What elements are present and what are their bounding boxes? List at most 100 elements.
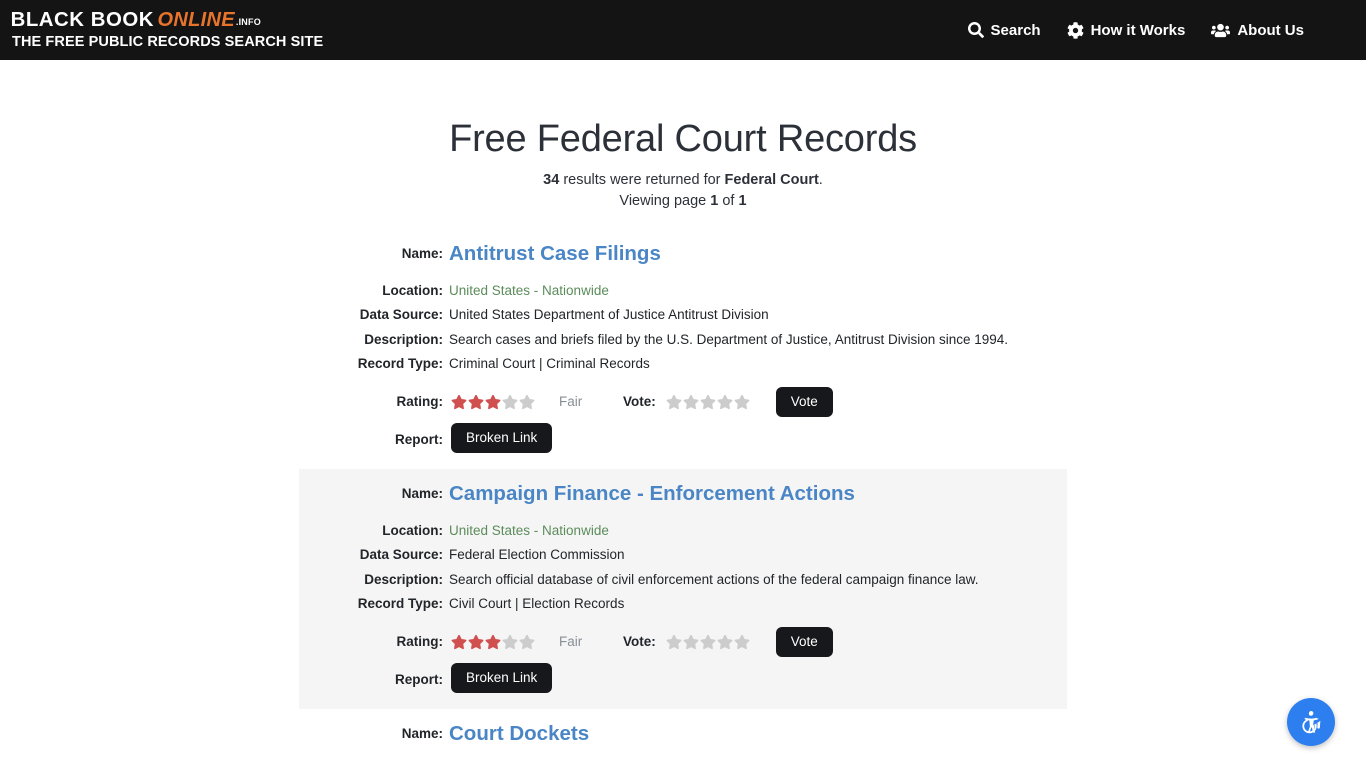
record-name-row: Name: Antitrust Case Filings	[299, 242, 1067, 266]
vote-star-3[interactable]	[700, 394, 716, 410]
vote-star-3[interactable]	[700, 634, 716, 650]
vote-star-4[interactable]	[717, 634, 733, 650]
label-location: Location:	[382, 522, 443, 538]
vote-star-1[interactable]	[666, 394, 682, 410]
results-count: 34	[543, 172, 560, 188]
label-location: Location:	[382, 282, 443, 298]
logo-text-blackbook: BLACK BOOK	[10, 9, 154, 32]
vote-star-5[interactable]	[734, 394, 750, 410]
gear-icon	[1067, 21, 1084, 39]
label-description: Description:	[364, 571, 443, 587]
record-report-row: Report: Broken Link	[299, 422, 1067, 454]
nav-item-search[interactable]: Search	[967, 21, 1041, 39]
nav-label-search: Search	[990, 21, 1041, 39]
label-record-type: Record Type:	[357, 356, 443, 372]
logo-tagline: THE FREE PUBLIC RECORDS SEARCH SITE	[12, 34, 324, 51]
page-title: Free Federal Court Records	[449, 118, 917, 160]
logo-wordmark: BLACK BOOK ONLINE .INFO	[10, 9, 323, 32]
users-icon	[1211, 22, 1231, 39]
record-data-source-value: United States Department of Justice Anti…	[449, 307, 769, 323]
record-name-row: Name: Campaign Finance - Enforcement Acti…	[299, 483, 1067, 506]
record-type-row: Record Type: Civil Court | Election Recor…	[299, 595, 1067, 613]
record-data-source-value: Federal Election Commission	[449, 547, 625, 563]
record-row: Name: Antitrust Case Filings Location: Unit…	[299, 229, 1067, 469]
rating-text: Fair	[559, 394, 583, 410]
record-name-link[interactable]: Campaign Finance - Enforcement Actions	[449, 483, 855, 506]
label-rating: Rating:	[396, 394, 444, 410]
logo-text-info: .INFO	[235, 17, 261, 28]
rating-star-3	[485, 394, 501, 410]
nav-item-how-it-works[interactable]: How it Works	[1067, 21, 1186, 39]
nav-label-how-it-works: How it Works	[1090, 21, 1186, 39]
page-content: Free Federal Court Records 34 results we…	[0, 60, 1366, 768]
record-type-value: Civil Court | Election Records	[449, 596, 625, 612]
label-data-source: Data Source:	[359, 547, 443, 563]
broken-link-button[interactable]: Broken Link	[451, 663, 553, 694]
label-rating: Rating:	[396, 634, 444, 650]
rating-star-1	[451, 634, 467, 650]
record-rating-row: Rating: Fair Vote: Vote	[299, 386, 1067, 417]
label-name: Name:	[401, 726, 443, 742]
record-rating-row: Rating: Fair Vote: Vote	[299, 626, 1067, 658]
record-location-row: Location: United States - Nationwide	[299, 282, 1067, 300]
vote-star-2[interactable]	[683, 394, 699, 410]
record-name-link[interactable]: Court Dockets	[449, 723, 589, 746]
rating-stars	[451, 634, 535, 650]
results-summary: 34 results were returned for Federal Cou…	[0, 172, 1366, 188]
rating-text: Fair	[559, 634, 583, 650]
site-header: BLACK BOOK ONLINE .INFO THE FREE PUBLIC …	[0, 0, 1366, 60]
rating-star-5	[519, 634, 535, 650]
vote-button[interactable]: Vote	[775, 626, 833, 658]
results-text-end: .	[818, 172, 823, 188]
vote-star-1[interactable]	[666, 634, 682, 650]
record-name-link[interactable]: Antitrust Case Filings	[449, 242, 661, 266]
record-row: Name: Court Dockets	[299, 709, 1067, 768]
search-icon	[967, 22, 984, 38]
viewing-total-pages: 1	[738, 193, 747, 209]
record-location-value: United States - Nationwide	[449, 522, 609, 538]
rating-star-5	[519, 394, 535, 410]
accessibility-button[interactable]	[1287, 698, 1335, 746]
vote-button[interactable]: Vote	[775, 386, 833, 417]
viewing-mid: of	[718, 193, 739, 209]
record-name-row: Name: Court Dockets	[299, 723, 1067, 746]
label-name: Name:	[401, 246, 443, 261]
record-type-row: Record Type: Criminal Court | Criminal Re…	[299, 355, 1067, 373]
rating-star-4	[502, 634, 518, 650]
rating-star-3	[485, 634, 501, 650]
record-description-row: Description: Search cases and briefs file…	[299, 331, 1067, 349]
record-description-value: Search cases and briefs filed by the U.S…	[449, 331, 1009, 347]
rating-stars	[451, 394, 535, 410]
label-description: Description:	[364, 331, 443, 347]
main-navigation: Search How it Works About Us	[967, 21, 1352, 39]
record-data-source-row: Data Source: Federal Election Commission	[299, 546, 1067, 564]
site-logo[interactable]: BLACK BOOK ONLINE .INFO THE FREE PUBLIC …	[10, 9, 324, 51]
record-report-row: Report: Broken Link	[299, 663, 1067, 694]
vote-stars[interactable]	[666, 634, 750, 650]
broken-link-button[interactable]: Broken Link	[451, 422, 553, 454]
rating-star-2	[468, 634, 484, 650]
results-text-mid: results were returned for	[559, 172, 725, 188]
vote-star-4[interactable]	[717, 394, 733, 410]
logo-text-online: ONLINE	[157, 9, 235, 32]
label-name: Name:	[401, 486, 443, 502]
label-report: Report:	[395, 431, 443, 447]
record-type-value: Criminal Court | Criminal Records	[449, 356, 650, 372]
record-description-value: Search official database of civil enforc…	[449, 571, 979, 587]
vote-stars[interactable]	[666, 394, 750, 410]
accessibility-icon	[1298, 709, 1324, 735]
viewing-prefix: Viewing page	[619, 193, 711, 209]
record-location-value: United States - Nationwide	[449, 282, 609, 298]
label-record-type: Record Type:	[357, 596, 443, 612]
record-description-row: Description: Search official database of …	[299, 571, 1067, 589]
rating-star-2	[468, 394, 484, 410]
record-data-source-row: Data Source: United States Department of …	[299, 306, 1067, 324]
nav-item-about-us[interactable]: About Us	[1211, 22, 1304, 39]
results-category: Federal Court	[724, 172, 819, 188]
records-list: Name: Antitrust Case Filings Location: Unit…	[0, 229, 1366, 768]
vote-star-2[interactable]	[683, 634, 699, 650]
label-vote: Vote:	[623, 634, 656, 650]
label-report: Report:	[395, 671, 443, 687]
label-data-source: Data Source:	[359, 307, 443, 323]
vote-star-5[interactable]	[734, 634, 750, 650]
